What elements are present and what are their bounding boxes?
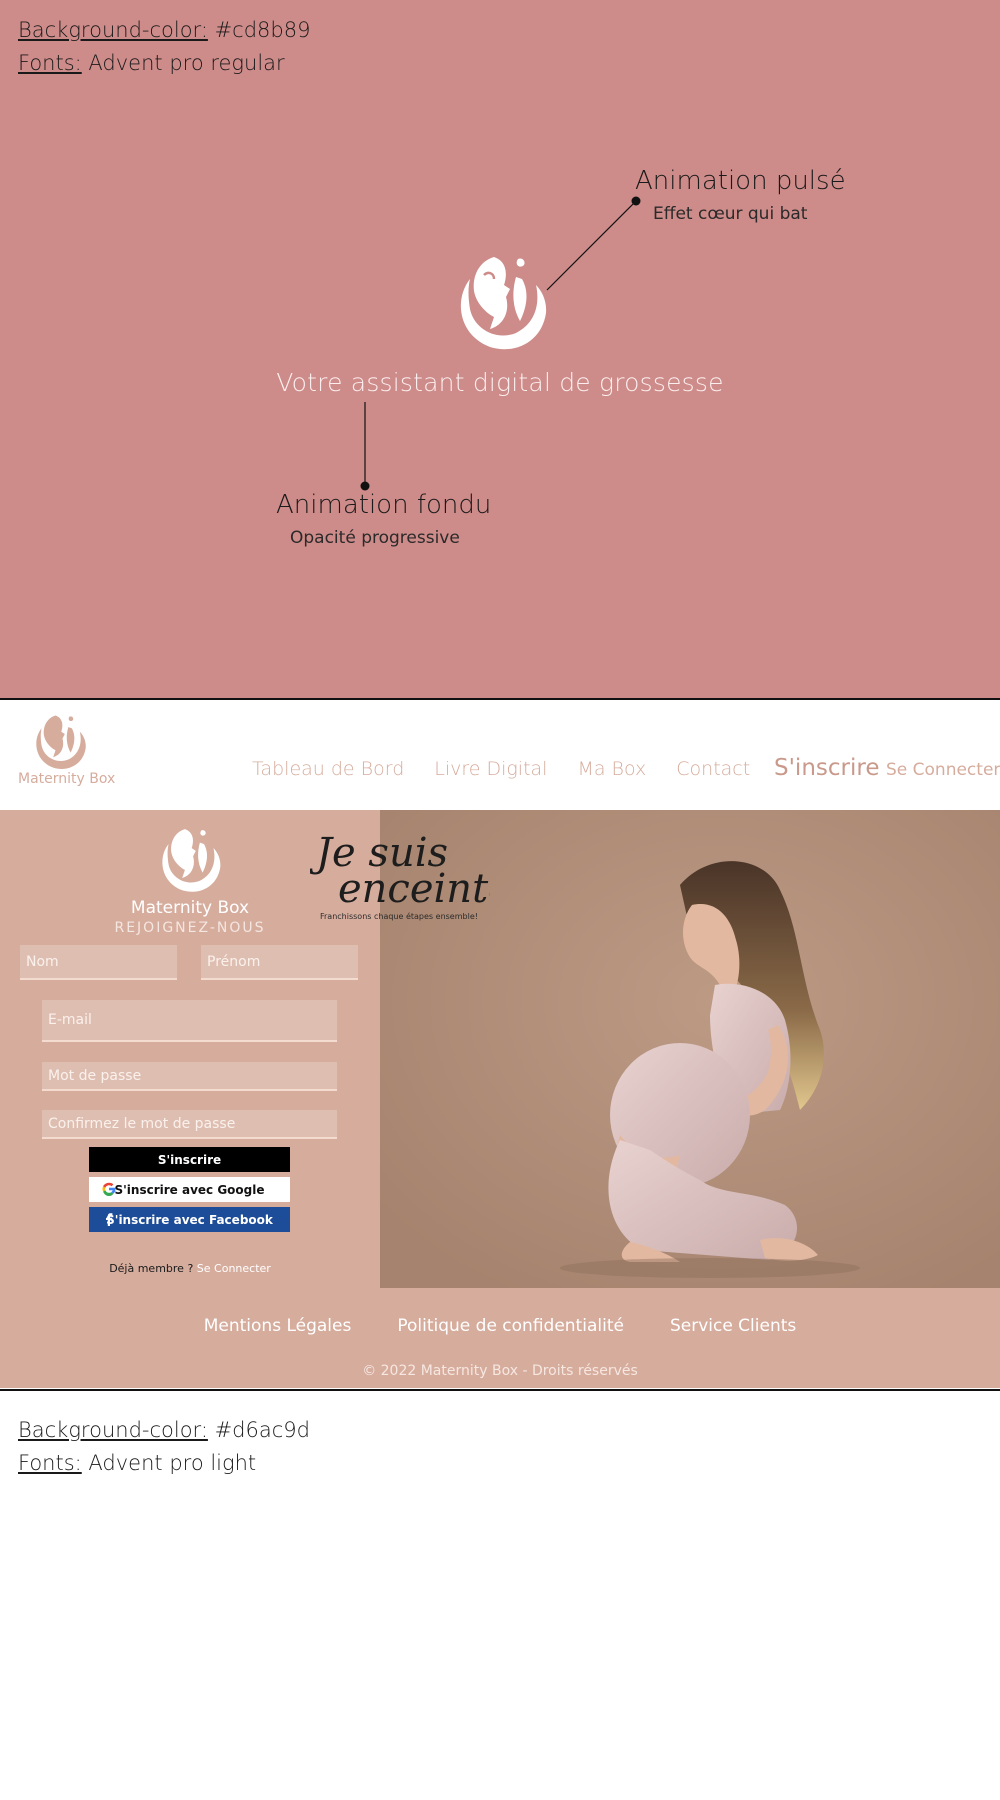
site-footer: Mentions Légales Politique de confidenti… bbox=[0, 1288, 1000, 1388]
footer-link-privacy[interactable]: Politique de confidentialité bbox=[397, 1316, 624, 1336]
page-spec: Background-color: #d6ac9d Fonts: Advent … bbox=[18, 1414, 310, 1480]
footer-link-legal[interactable]: Mentions Légales bbox=[204, 1316, 352, 1336]
footer-links: Mentions Légales Politique de confidenti… bbox=[0, 1316, 1000, 1336]
google-signup-button[interactable]: S'inscrire avec Google bbox=[89, 1177, 290, 1202]
facebook-signup-button[interactable]: S'inscrire avec Facebook bbox=[89, 1207, 290, 1232]
pulse-annotation-title: Animation pulsé bbox=[635, 166, 846, 196]
header-signup-link[interactable]: S'inscrire bbox=[774, 755, 879, 781]
google-button-label: S'inscrire avec Google bbox=[114, 1182, 265, 1197]
maternity-logo-icon bbox=[460, 257, 547, 350]
font-label: Fonts: bbox=[18, 51, 82, 75]
first-name-input[interactable] bbox=[201, 945, 358, 980]
maternity-logo-icon bbox=[162, 829, 221, 892]
nav-link-digital-book[interactable]: Livre Digital bbox=[434, 758, 547, 780]
last-name-input[interactable] bbox=[20, 945, 177, 980]
email-input[interactable] bbox=[42, 1000, 337, 1042]
bg-value: #d6ac9d bbox=[207, 1418, 310, 1442]
password-input[interactable] bbox=[42, 1062, 337, 1091]
bg-value: #cd8b89 bbox=[207, 18, 311, 42]
fade-annotation-title: Animation fondu bbox=[276, 490, 492, 520]
pulse-annotation-subtitle: Effet cœur qui bat bbox=[653, 204, 808, 224]
footer-link-customer-service[interactable]: Service Clients bbox=[670, 1316, 796, 1336]
script-title-line2: enceinte! bbox=[338, 866, 490, 912]
splash-spec: Background-color: #cd8b89 Fonts: Advent … bbox=[18, 14, 310, 80]
header-brand-name: Maternity Box bbox=[18, 771, 116, 787]
fade-annotation-subtitle: Opacité progressive bbox=[290, 528, 460, 548]
form-login-link[interactable]: Se Connecter bbox=[197, 1262, 271, 1275]
confirm-password-input[interactable] bbox=[42, 1110, 337, 1139]
main-nav: Tableau de Bord Livre Digital Ma Box Con… bbox=[252, 758, 750, 780]
google-icon bbox=[102, 1182, 116, 1196]
signup-button[interactable]: S'inscrire bbox=[89, 1147, 290, 1172]
font-value: Advent pro regular bbox=[81, 51, 285, 75]
splash-bg-spec: Background-color: #cd8b89 bbox=[18, 14, 310, 47]
font-value: Advent pro light bbox=[81, 1451, 257, 1475]
bg-label: Background-color: bbox=[18, 1418, 208, 1442]
nav-link-dashboard[interactable]: Tableau de Bord bbox=[252, 758, 404, 780]
already-member-line: Déjà membre ? Se Connecter bbox=[0, 1262, 380, 1275]
site-header: Maternity Box Tableau de Bord Livre Digi… bbox=[0, 700, 1000, 810]
splash-screen-spec: Background-color: #cd8b89 Fonts: Advent … bbox=[0, 0, 1000, 698]
splash-font-spec: Fonts: Advent pro regular bbox=[18, 47, 310, 80]
header-login-link[interactable]: Se Connecter bbox=[886, 760, 1000, 780]
already-member-text: Déjà membre ? bbox=[109, 1262, 197, 1275]
page-style-spec: Background-color: #d6ac9d Fonts: Advent … bbox=[0, 1392, 1000, 1800]
maternity-logo-icon[interactable] bbox=[30, 712, 88, 770]
nav-link-my-box[interactable]: Ma Box bbox=[577, 758, 646, 780]
page-font-spec: Fonts: Advent pro light bbox=[18, 1447, 310, 1480]
hero-script-title: Je suis enceinte! bbox=[310, 830, 490, 912]
signup-button-label: S'inscrire bbox=[157, 1152, 222, 1167]
facebook-button-label: S'inscrire avec Facebook bbox=[106, 1212, 273, 1227]
bg-label: Background-color: bbox=[18, 18, 208, 42]
copyright: © 2022 Maternity Box - Droits réservés bbox=[362, 1363, 638, 1379]
page-bg-spec: Background-color: #d6ac9d bbox=[18, 1414, 310, 1447]
font-label: Fonts: bbox=[18, 1451, 82, 1475]
signup-hero: Maternity Box REJOIGNEZ-NOUS S'inscrire … bbox=[0, 810, 1000, 1288]
nav-link-contact[interactable]: Contact bbox=[676, 758, 750, 780]
section-divider bbox=[0, 1389, 1000, 1391]
facebook-icon bbox=[106, 1213, 113, 1226]
tagline: Votre assistant digital de grossesse bbox=[276, 368, 724, 397]
hero-script-subtitle: Franchissons chaque étapes ensemble! bbox=[320, 912, 478, 921]
